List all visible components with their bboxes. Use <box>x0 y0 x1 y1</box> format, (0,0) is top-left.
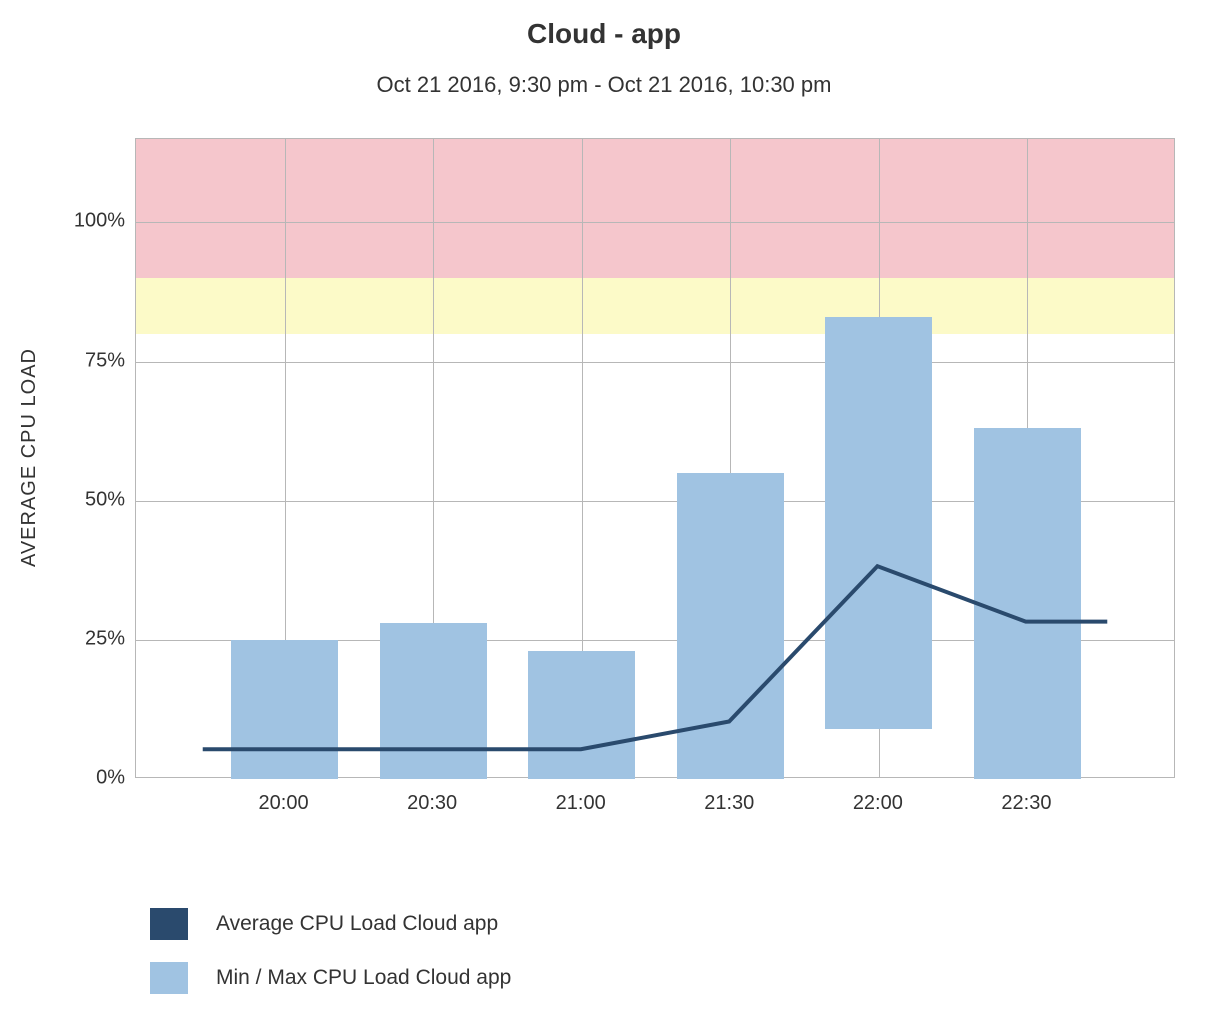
x-tick-label: 20:00 <box>259 792 309 815</box>
x-tick-label: 20:30 <box>407 792 457 815</box>
y-tick-label: 50% <box>85 488 125 511</box>
legend-item-avg: Average CPU Load Cloud app <box>150 908 1208 940</box>
plot-area <box>135 138 1175 778</box>
x-tick-label: 21:00 <box>556 792 606 815</box>
chart-title: Cloud - app <box>0 18 1208 50</box>
chart-container: Cloud - app Oct 21 2016, 9:30 pm - Oct 2… <box>0 0 1208 1036</box>
x-tick-label: 22:00 <box>853 792 903 815</box>
legend-swatch-range <box>150 962 188 994</box>
y-tick-label: 100% <box>74 210 125 233</box>
legend: Average CPU Load Cloud app Min / Max CPU… <box>150 908 1208 994</box>
avg-line-layer <box>136 139 1174 777</box>
x-tick-label: 22:30 <box>1001 792 1051 815</box>
y-tick-label: 75% <box>85 349 125 372</box>
legend-label-avg: Average CPU Load Cloud app <box>216 912 498 936</box>
x-axis-ticks: 20:00 20:30 21:00 21:30 22:00 22:30 <box>135 778 1175 818</box>
avg-line <box>203 566 1108 749</box>
y-tick-label: 25% <box>85 627 125 650</box>
legend-swatch-avg <box>150 908 188 940</box>
legend-item-range: Min / Max CPU Load Cloud app <box>150 962 1208 994</box>
chart-subtitle: Oct 21 2016, 9:30 pm - Oct 21 2016, 10:3… <box>0 72 1208 98</box>
y-axis-label: AVERAGE CPU LOAD <box>18 348 41 567</box>
x-tick-label: 21:30 <box>704 792 754 815</box>
y-axis-ticks: 0%25%50%75%100% <box>49 138 135 778</box>
chart-row: AVERAGE CPU LOAD 0%25%50%75%100% <box>0 138 1208 778</box>
legend-label-range: Min / Max CPU Load Cloud app <box>216 966 511 990</box>
y-tick-label: 0% <box>96 767 125 790</box>
